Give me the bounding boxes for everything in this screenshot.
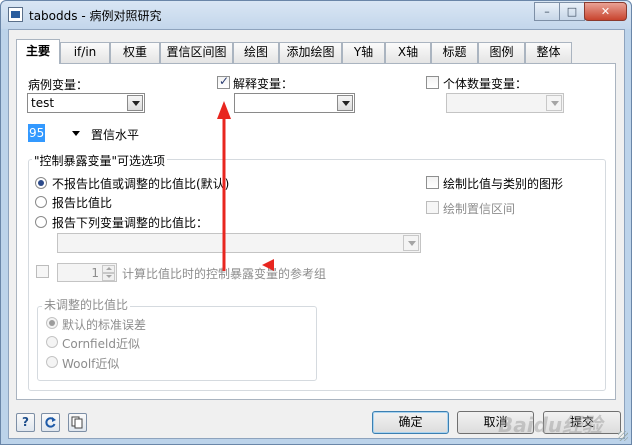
red-arrow-left [262,259,274,271]
dialog-window: tabodds - 病例对照研究 – □ ✕ 主要 if/in 权重 置信区间图… [0,0,632,445]
red-arrow-up [217,101,231,271]
watermark: Baidu经验 [498,413,603,437]
annotation-overlay [217,101,274,271]
